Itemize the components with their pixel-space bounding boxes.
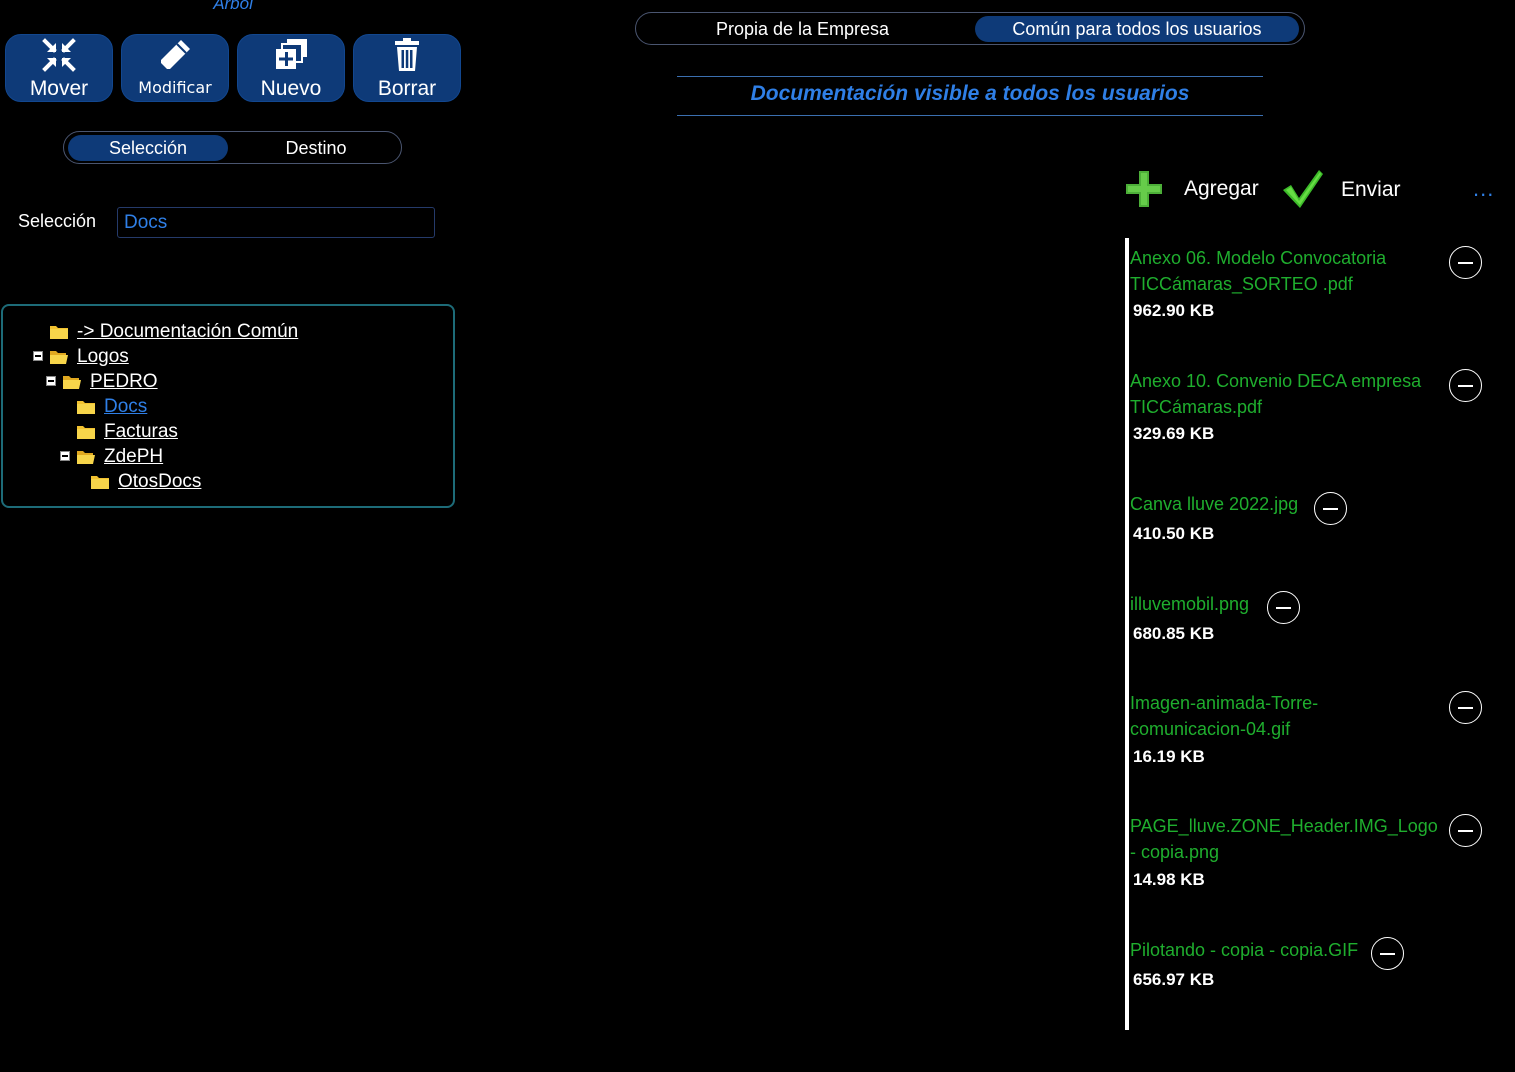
folder-icon	[50, 326, 68, 339]
folder-icon	[91, 476, 109, 489]
scope-toggle: Propia de la Empresa Común para todos lo…	[635, 12, 1305, 45]
collapse-toggle-icon[interactable]	[33, 351, 43, 361]
pencil-icon	[122, 37, 228, 73]
mover-button[interactable]: Mover	[5, 34, 113, 102]
nuevo-button[interactable]: Nuevo	[237, 34, 345, 102]
tab-propia-empresa[interactable]: Propia de la Empresa	[640, 16, 965, 42]
tree-node[interactable]: Docs	[76, 395, 147, 419]
remove-file-icon[interactable]	[1449, 814, 1482, 847]
file-name-link[interactable]: illuvemobil.png	[1130, 591, 1249, 617]
selection-destination-toggle: Selección Destino	[63, 131, 402, 164]
tree-node-label[interactable]: PEDRO	[90, 371, 158, 392]
tree-node[interactable]: ZdePH	[60, 445, 163, 469]
file-size: 656.97 KB	[1133, 970, 1215, 989]
modificar-button[interactable]: Modificar	[121, 34, 229, 102]
move-collapse-icon	[6, 37, 112, 73]
divider	[677, 115, 1263, 116]
tab-destino[interactable]: Destino	[236, 135, 396, 161]
remove-file-icon[interactable]	[1267, 591, 1300, 624]
file-size: 410.50 KB	[1133, 524, 1215, 543]
remove-file-icon[interactable]	[1449, 369, 1482, 402]
tree-node-label[interactable]: ZdePH	[104, 446, 163, 467]
remove-file-icon[interactable]	[1314, 492, 1347, 525]
tab-seleccion[interactable]: Selección	[68, 135, 228, 161]
folder-icon	[77, 401, 95, 414]
tree-node[interactable]: PEDRO	[46, 370, 158, 394]
divider	[677, 76, 1263, 77]
enviar-button[interactable]: Enviar	[1341, 178, 1401, 202]
open-folder-icon	[63, 376, 81, 389]
selection-input[interactable]	[117, 207, 435, 238]
agregar-button[interactable]: Agregar	[1184, 177, 1259, 201]
file-size: 14.98 KB	[1133, 870, 1205, 889]
checkmark-icon[interactable]	[1281, 168, 1325, 210]
file-list-border	[1125, 238, 1129, 1030]
tree-node-label[interactable]: Facturas	[104, 421, 178, 442]
file-name-link[interactable]: PAGE_lluve.ZONE_Header.IMG_Logo - copia.…	[1130, 813, 1438, 865]
section-heading: Documentación visible a todos los usuari…	[750, 82, 1190, 105]
nuevo-label: Nuevo	[260, 77, 322, 100]
tree-node[interactable]: Logos	[33, 345, 129, 369]
collapse-toggle-icon[interactable]	[46, 376, 56, 386]
folder-icon	[77, 426, 95, 439]
tree-node-label[interactable]: -> Documentación Común	[77, 321, 298, 342]
file-size: 16.19 KB	[1133, 747, 1205, 766]
open-folder-icon	[50, 351, 68, 364]
open-folder-icon	[77, 451, 95, 464]
mover-label: Mover	[29, 77, 89, 100]
modificar-label: Modificar	[138, 78, 212, 97]
tree-node[interactable]: Facturas	[76, 420, 178, 444]
folder-tree: -> Documentación Común Logos PEDRO Docs …	[1, 304, 455, 508]
add-plus-icon[interactable]	[1124, 169, 1164, 209]
file-size: 962.90 KB	[1133, 301, 1215, 320]
remove-file-icon[interactable]	[1371, 937, 1404, 970]
collapse-toggle-icon[interactable]	[60, 451, 70, 461]
file-name-link[interactable]: Anexo 10. Convenio DECA empresa TICCámar…	[1130, 368, 1421, 420]
tree-node-label[interactable]: OtosDocs	[118, 471, 201, 492]
file-name-link[interactable]: Canva lluve 2022.jpg	[1130, 491, 1298, 517]
file-name-link[interactable]: Anexo 06. Modelo Convocatoria TICCámaras…	[1130, 245, 1386, 297]
file-name-link[interactable]: Pilotando - copia - copia.GIF	[1130, 937, 1358, 963]
remove-file-icon[interactable]	[1449, 691, 1482, 724]
tree-panel-title: Árbol	[213, 0, 253, 13]
borrar-label: Borrar	[377, 77, 437, 100]
trash-icon	[354, 37, 460, 73]
tree-node-label-selected[interactable]: Docs	[104, 396, 147, 417]
more-options-button[interactable]: ...	[1473, 176, 1494, 202]
file-size: 329.69 KB	[1133, 424, 1215, 443]
selection-label: Selección	[18, 211, 97, 231]
file-size: 680.85 KB	[1133, 624, 1215, 643]
borrar-button[interactable]: Borrar	[353, 34, 461, 102]
new-copy-icon	[238, 37, 344, 73]
tree-node-label[interactable]: Logos	[77, 346, 129, 367]
tree-node[interactable]: -> Documentación Común	[49, 320, 298, 344]
file-name-link[interactable]: Imagen-animada-Torre- comunicacion-04.gi…	[1130, 690, 1318, 742]
tree-node[interactable]: OtosDocs	[90, 470, 201, 494]
tab-comun-usuarios[interactable]: Común para todos los usuarios	[975, 16, 1299, 42]
remove-file-icon[interactable]	[1449, 246, 1482, 279]
